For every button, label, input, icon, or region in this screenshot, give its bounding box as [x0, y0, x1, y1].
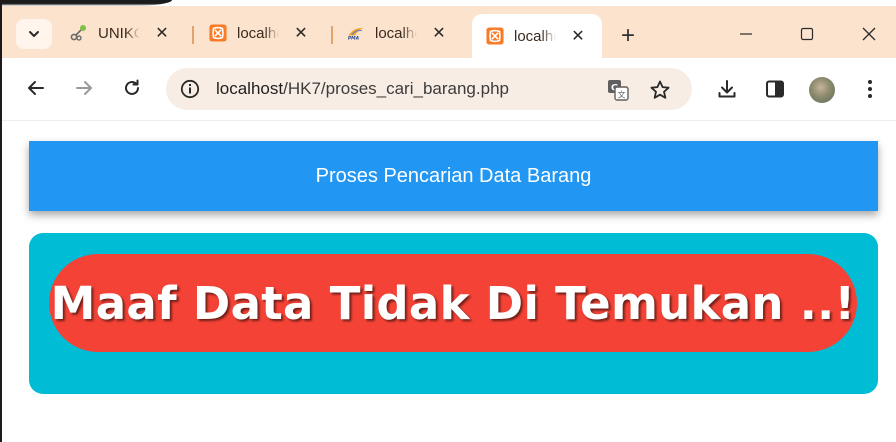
tab-unikom[interactable]: UNIKOM ✕: [70, 16, 172, 50]
result-card: Maaf Data Tidak Di Temukan ..!: [29, 233, 878, 394]
new-tab-button[interactable]: +: [614, 22, 642, 50]
page-title: Proses Pencarian Data Barang: [315, 164, 592, 187]
close-icon[interactable]: ✕: [291, 23, 311, 43]
close-icon: [862, 27, 876, 41]
close-icon[interactable]: ✕: [152, 23, 172, 43]
maximize-button[interactable]: [791, 20, 823, 48]
svg-text:PMA: PMA: [348, 36, 360, 42]
phpmyadmin-icon: PMA: [347, 24, 365, 42]
not-found-alert: Maaf Data Tidak Di Temukan ..!: [49, 254, 857, 352]
tab-title: UNIKOM: [98, 24, 140, 42]
browser-window: UNIKOM ✕ localhost ✕ PMA: [0, 0, 896, 442]
tab-localhost-active[interactable]: localhost ✕: [472, 14, 602, 58]
address-bar[interactable]: localhost/HK7/proses_cari_barang.php G 文: [166, 68, 692, 110]
minimize-icon: [740, 33, 752, 35]
bookmark-star-icon[interactable]: [648, 78, 672, 102]
network-icon: [70, 24, 88, 42]
tab-title: localhost: [514, 27, 556, 45]
tab-title: localhost: [375, 24, 417, 42]
tab-title: localhost: [237, 24, 279, 42]
minimize-button[interactable]: [730, 20, 762, 48]
maximize-icon: [800, 27, 814, 41]
close-icon[interactable]: ✕: [568, 26, 588, 46]
url-host: localhost: [216, 79, 284, 98]
info-icon[interactable]: [180, 79, 200, 99]
page-content: Proses Pencarian Data Barang Maaf Data T…: [2, 121, 896, 442]
tab-search-button[interactable]: [16, 19, 52, 49]
translate-icon[interactable]: G 文: [606, 78, 630, 102]
arrow-left-icon: [28, 81, 44, 95]
profile-avatar[interactable]: [809, 77, 835, 103]
tab-localhost-1[interactable]: localhost ✕: [209, 16, 311, 50]
side-panel-icon[interactable]: [762, 76, 788, 102]
tab-separator: [192, 26, 194, 44]
url-text[interactable]: localhost/HK7/proses_cari_barang.php: [216, 79, 509, 99]
reload-button[interactable]: [118, 74, 146, 102]
close-icon[interactable]: ✕: [429, 23, 449, 43]
more-menu-icon[interactable]: [857, 76, 883, 102]
browser-toolbar: localhost/HK7/proses_cari_barang.php G 文: [2, 58, 896, 121]
url-path: /HK7/proses_cari_barang.php: [283, 79, 509, 98]
arrow-right-icon: [76, 81, 92, 95]
tab-strip: UNIKOM ✕ localhost ✕ PMA: [2, 6, 896, 58]
page-header: Proses Pencarian Data Barang: [29, 141, 878, 211]
alert-message: Maaf Data Tidak Di Temukan ..!: [50, 276, 856, 330]
back-button[interactable]: [22, 74, 50, 102]
xampp-icon: [486, 27, 504, 45]
xampp-icon: [209, 24, 227, 42]
chevron-down-icon: [29, 31, 39, 37]
forward-button[interactable]: [70, 74, 98, 102]
close-window-button[interactable]: [853, 20, 885, 48]
tab-localhost-2[interactable]: PMA localhost ✕: [347, 16, 449, 50]
tab-separator: [331, 26, 333, 44]
svg-text:文: 文: [618, 90, 626, 100]
reload-icon: [125, 79, 139, 95]
download-icon[interactable]: [714, 76, 740, 102]
